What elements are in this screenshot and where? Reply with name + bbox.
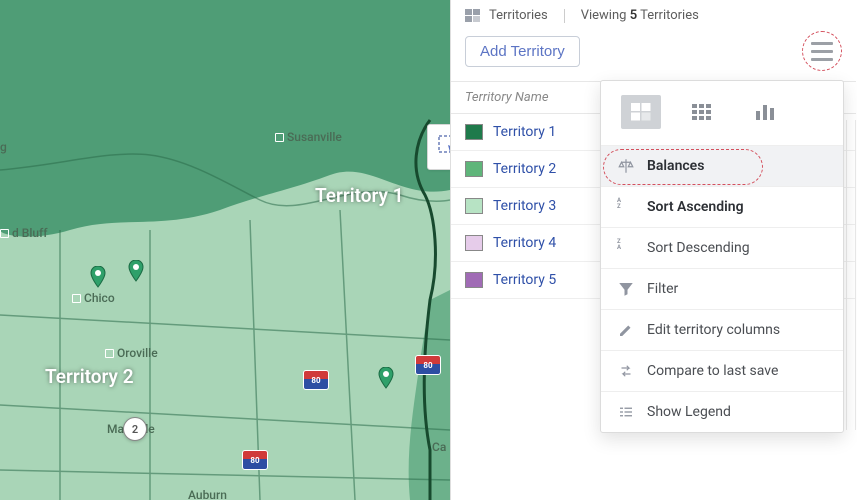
cluster-marker[interactable]: 2 bbox=[123, 417, 147, 441]
add-territory-button[interactable]: Add Territory bbox=[465, 36, 580, 67]
grid-icon bbox=[692, 104, 714, 120]
panel-menu-dropdown: Balances AZ Sort Ascending ZA Sort Desce… bbox=[600, 80, 844, 433]
menu-item-filter[interactable]: Filter bbox=[601, 269, 843, 310]
map-canvas[interactable]: Territory 1 Territory 2 Susanville d Blu… bbox=[0, 0, 450, 500]
panel-edge bbox=[846, 120, 856, 430]
territory-name: Territory 5 bbox=[493, 272, 556, 288]
territory-label-2: Territory 2 bbox=[45, 365, 134, 388]
sort-asc-icon: AZ bbox=[617, 198, 635, 216]
city-ca: Ca bbox=[432, 440, 446, 454]
territories-tab-label[interactable]: Territories bbox=[489, 8, 548, 23]
menu-item-compare[interactable]: Compare to last save bbox=[601, 351, 843, 392]
map-pin-icon[interactable] bbox=[128, 260, 144, 282]
territories-panel: Territories Viewing 5 Territories Add Te… bbox=[450, 0, 856, 500]
territory-name: Territory 1 bbox=[493, 124, 556, 140]
city-susanville: Susanville bbox=[275, 130, 342, 144]
view-grid-button[interactable] bbox=[683, 95, 723, 129]
panel-menu-button[interactable] bbox=[802, 31, 842, 71]
map-shapes bbox=[0, 0, 450, 500]
funnel-icon bbox=[617, 280, 635, 298]
divider bbox=[564, 9, 565, 23]
territory-name: Territory 4 bbox=[493, 235, 556, 251]
city-red-bluff: d Bluff bbox=[0, 226, 48, 240]
map-pin-icon[interactable] bbox=[378, 367, 394, 389]
legend-icon bbox=[617, 403, 635, 421]
map-pin-icon[interactable] bbox=[90, 266, 106, 288]
color-swatch bbox=[465, 272, 483, 288]
pencil-icon bbox=[617, 321, 635, 339]
territory-label-1: Territory 1 bbox=[315, 184, 404, 207]
view-territories-button[interactable] bbox=[621, 95, 661, 129]
color-swatch bbox=[465, 235, 483, 251]
scales-icon bbox=[617, 157, 635, 175]
city-g: g bbox=[0, 140, 7, 154]
highway-shield-80: 80 bbox=[242, 450, 268, 470]
menu-item-legend[interactable]: Show Legend bbox=[601, 392, 843, 432]
menu-item-balances[interactable]: Balances bbox=[601, 146, 843, 187]
menu-item-sort-asc[interactable]: AZ Sort Ascending bbox=[601, 187, 843, 228]
territories-view-icon bbox=[631, 103, 651, 121]
territory-name: Territory 2 bbox=[493, 161, 556, 177]
highway-shield-80: 80 bbox=[303, 370, 329, 390]
bar-chart-icon bbox=[754, 103, 776, 121]
city-auburn: Auburn bbox=[188, 488, 227, 500]
menu-item-edit-columns[interactable]: Edit territory columns bbox=[601, 310, 843, 351]
viewing-text: Viewing 5 Territories bbox=[581, 8, 699, 23]
city-chico: Chico bbox=[72, 291, 115, 305]
city-oroville: Oroville bbox=[105, 346, 158, 360]
color-swatch bbox=[465, 161, 483, 177]
compare-icon bbox=[617, 362, 635, 380]
territory-name: Territory 3 bbox=[493, 198, 556, 214]
territories-icon bbox=[465, 9, 481, 23]
highlight-ring bbox=[802, 31, 842, 71]
sort-desc-icon: ZA bbox=[617, 239, 635, 257]
view-chart-button[interactable] bbox=[745, 95, 785, 129]
color-swatch bbox=[465, 124, 483, 140]
menu-item-sort-desc[interactable]: ZA Sort Descending bbox=[601, 228, 843, 269]
highway-shield-80: 80 bbox=[415, 355, 441, 375]
color-swatch bbox=[465, 198, 483, 214]
